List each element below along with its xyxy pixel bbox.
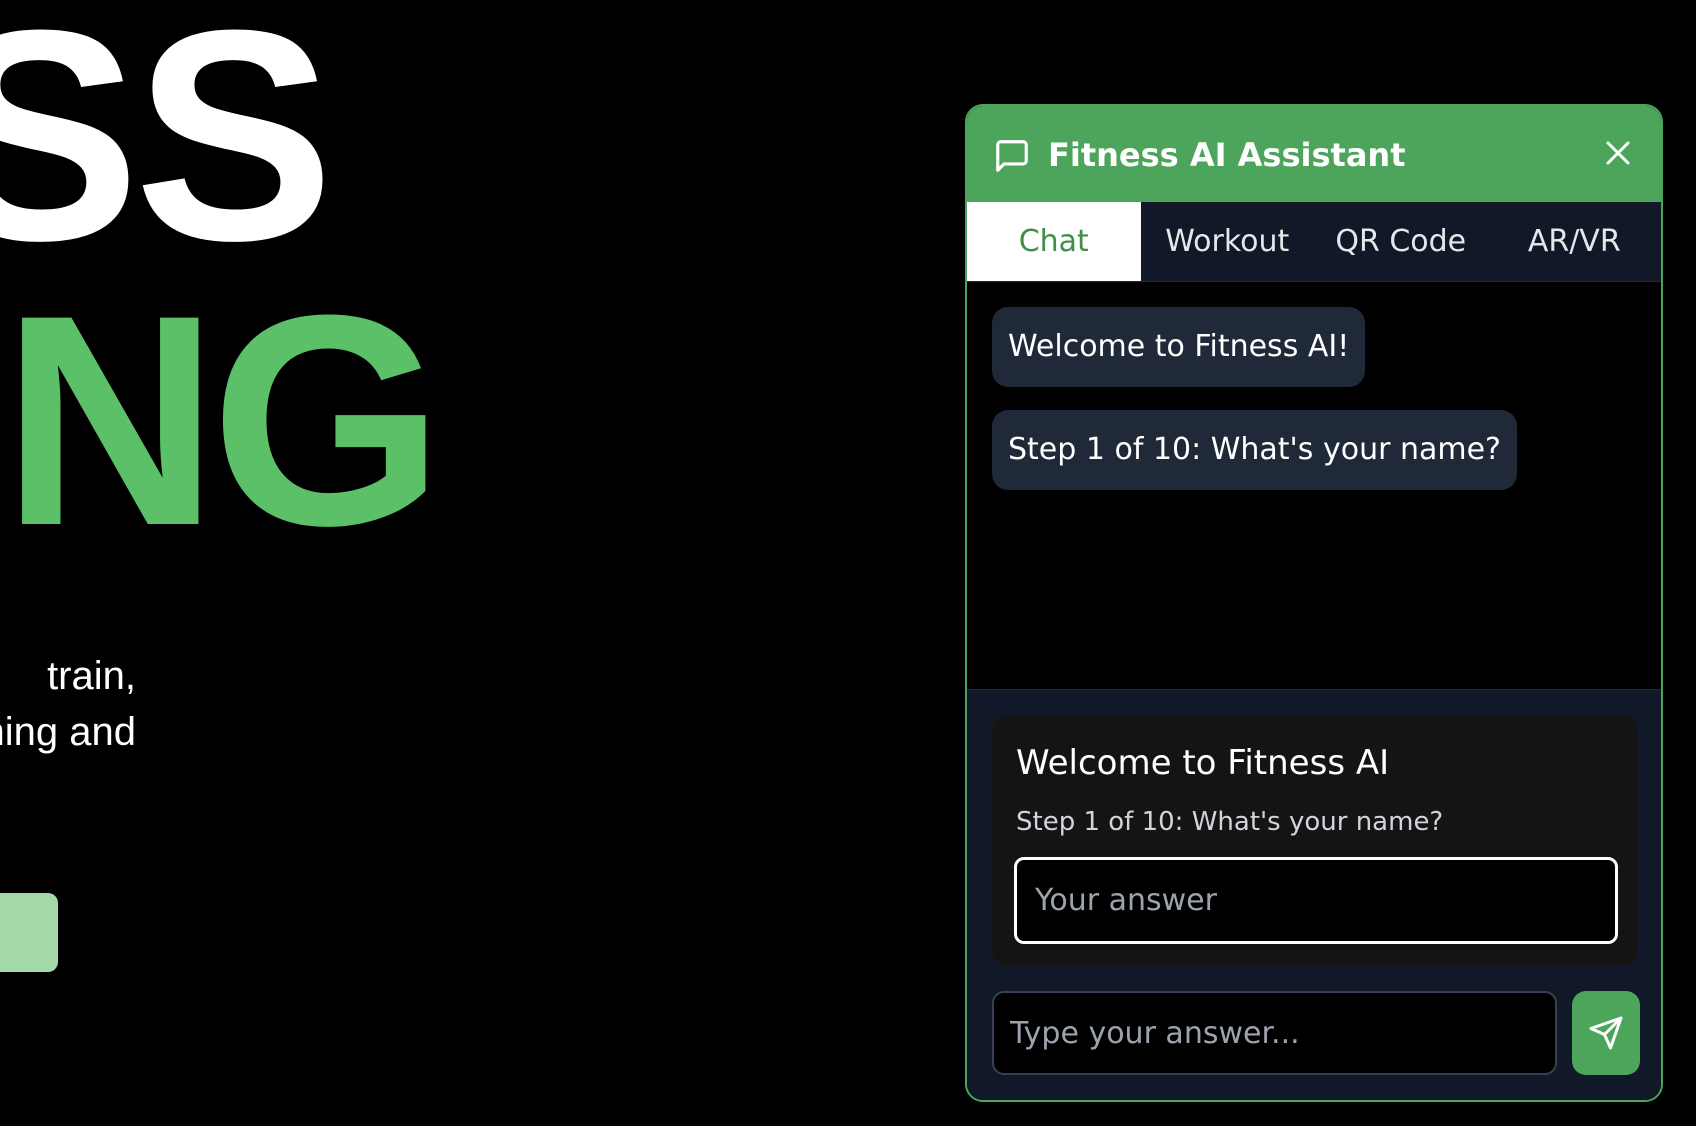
tab-ar-vr[interactable]: AR/VR <box>1488 202 1662 281</box>
step-card-title: Welcome to Fitness AI <box>1016 743 1390 783</box>
bot-message: Welcome to Fitness AI! <box>992 307 1366 387</box>
hero-heading-line-2: NING <box>0 252 444 588</box>
chat-bubble-icon <box>996 140 1028 172</box>
chat-widget-footer: Welcome to Fitness AI Step 1 of 10: What… <box>967 689 1661 1100</box>
send-button[interactable] <box>1572 991 1640 1075</box>
hero-heading-line-1: SS <box>0 0 334 303</box>
page: SS NING train, ning and Fitness AI Assis… <box>0 0 1696 1126</box>
chat-widget-tabs: Chat Workout QR Code AR/VR <box>967 202 1661 282</box>
hero-subtitle-line: train, <box>47 654 136 698</box>
chat-widget: Fitness AI Assistant Chat Workout QR Cod… <box>965 104 1663 1102</box>
tab-qr-code[interactable]: QR Code <box>1314 202 1488 281</box>
send-icon <box>1589 1016 1623 1050</box>
answer-input[interactable] <box>1014 857 1618 944</box>
hero-cta-button[interactable] <box>0 893 58 972</box>
chat-widget-title: Fitness AI Assistant <box>1048 136 1406 174</box>
hero-subtitle: train, ning and <box>0 648 136 760</box>
message-input[interactable] <box>992 991 1557 1075</box>
chat-widget-header: Fitness AI Assistant <box>967 106 1661 202</box>
step-card-question: Step 1 of 10: What's your name? <box>1016 807 1444 837</box>
close-icon[interactable] <box>1603 138 1633 168</box>
tab-chat[interactable]: Chat <box>967 202 1141 281</box>
onboarding-step-card: Welcome to Fitness AI Step 1 of 10: What… <box>992 715 1638 966</box>
bot-message: Step 1 of 10: What's your name? <box>992 410 1517 490</box>
tab-workout[interactable]: Workout <box>1141 202 1315 281</box>
message-list: Welcome to Fitness AI! Step 1 of 10: Wha… <box>967 282 1661 689</box>
hero-subtitle-line: ning and <box>0 710 136 754</box>
